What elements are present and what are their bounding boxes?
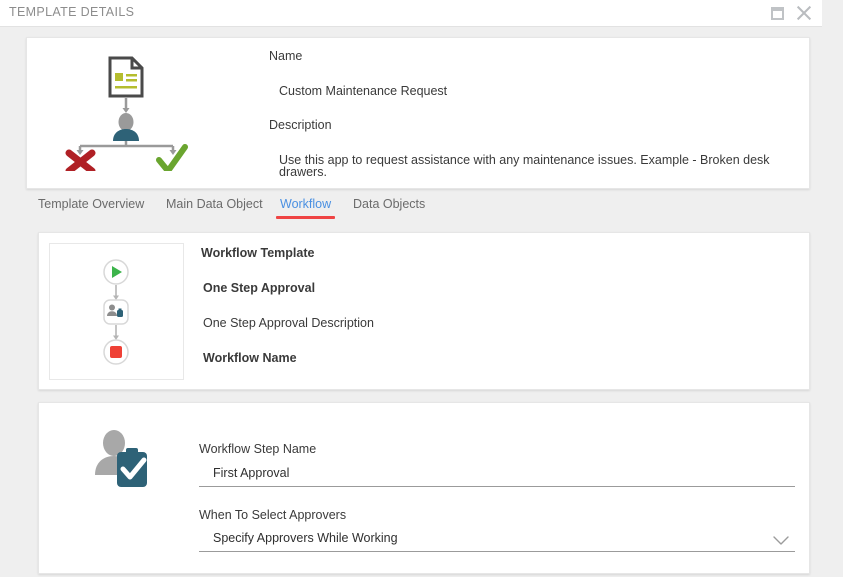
end-node	[104, 340, 128, 364]
workflow-step-card: Workflow Step Name First Approval When T…	[38, 402, 810, 574]
workflow-template-card: Workflow Template One Step Approval One …	[38, 232, 810, 390]
template-info-fields: Name Custom Maintenance Request Descript…	[269, 50, 797, 179]
workflow-name-label: Workflow Name	[203, 352, 374, 365]
description-label: Description	[269, 119, 797, 132]
template-details-dialog: TEMPLATE DETAILS	[0, 0, 822, 577]
start-node	[104, 260, 128, 284]
approver-clipboard-icon	[89, 428, 151, 490]
restore-window-icon[interactable]	[771, 7, 784, 20]
dialog-body: Name Custom Maintenance Request Descript…	[0, 27, 822, 577]
window-controls	[771, 0, 813, 26]
when-to-select-approvers-label: When To Select Approvers	[199, 509, 795, 522]
workflow-step-name-input[interactable]: First Approval	[199, 466, 795, 487]
tab-main-data-object[interactable]: Main Data Object	[166, 197, 263, 219]
description-value: Use this app to request assistance with …	[279, 154, 797, 179]
close-icon[interactable]	[795, 4, 813, 22]
dialog-title: TEMPLATE DETAILS	[9, 5, 134, 19]
approval-workflow-illustration	[60, 56, 195, 171]
workflow-step-fields: Workflow Step Name First Approval When T…	[199, 443, 795, 552]
tab-template-overview[interactable]: Template Overview	[38, 197, 144, 219]
workflow-step-name-label: Workflow Step Name	[199, 443, 795, 456]
workflow-template-details: Workflow Template One Step Approval One …	[201, 247, 374, 364]
tab-bar: Template Overview Main Data Object Workf…	[26, 197, 810, 227]
chevron-down-icon[interactable]	[773, 536, 789, 545]
workflow-diagram-preview[interactable]	[49, 243, 184, 380]
workflow-template-heading: Workflow Template	[201, 247, 374, 260]
template-summary-card: Name Custom Maintenance Request Descript…	[26, 37, 810, 189]
tab-data-objects[interactable]: Data Objects	[353, 197, 425, 219]
name-label: Name	[269, 50, 797, 63]
when-to-select-approvers-select[interactable]: Specify Approvers While Working	[199, 531, 795, 552]
workflow-template-name: One Step Approval	[203, 282, 374, 295]
dialog-titlebar: TEMPLATE DETAILS	[0, 0, 822, 27]
workflow-template-description: One Step Approval Description	[203, 317, 374, 330]
when-to-select-approvers-value: Specify Approvers While Working	[213, 531, 398, 545]
tab-workflow[interactable]: Workflow	[280, 197, 331, 219]
name-value: Custom Maintenance Request	[279, 85, 797, 98]
approval-node	[104, 300, 128, 324]
